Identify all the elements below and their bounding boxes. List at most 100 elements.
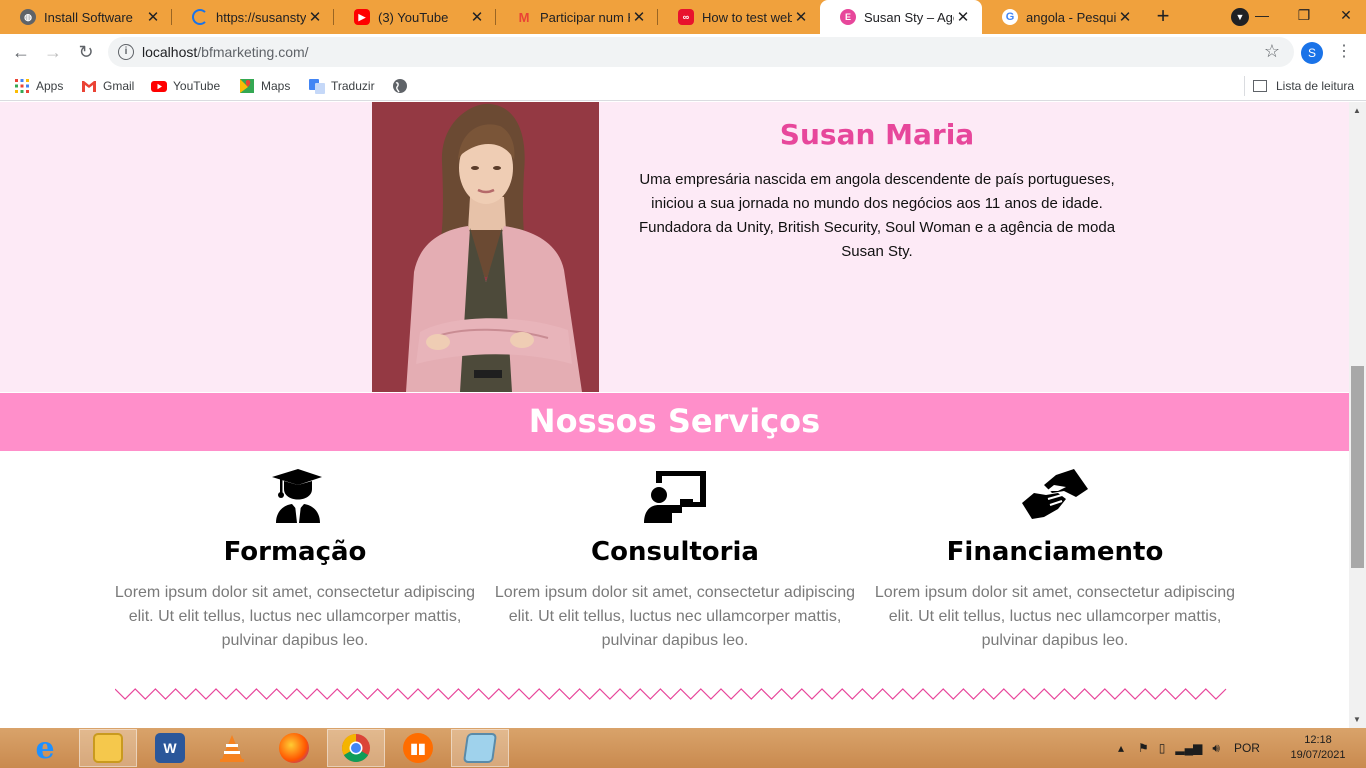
elementor-icon: E bbox=[840, 9, 856, 25]
profile-bio: Uma empresária nascida em angola descend… bbox=[638, 171, 1116, 260]
youtube-icon: ▶ bbox=[354, 9, 370, 25]
notepad-icon bbox=[462, 733, 498, 763]
browser-toolbar: ← → ↻ i localhost/bfmarketing.com/ ☆ S ⋮ bbox=[0, 34, 1366, 70]
graduate-icon bbox=[262, 469, 328, 523]
back-icon[interactable]: ← bbox=[9, 40, 33, 64]
action-center-icon[interactable]: ⚑ bbox=[1138, 741, 1149, 755]
word-icon: W bbox=[155, 733, 185, 763]
tab-susan-sty[interactable]: E Susan Sty – Agênc ✕ bbox=[820, 0, 982, 34]
bookmark-traduzir[interactable]: Traduzir bbox=[309, 76, 375, 96]
taskbar-word[interactable]: W bbox=[141, 729, 199, 767]
system-clock[interactable]: 12:18 19/07/2021 bbox=[1278, 733, 1358, 763]
reload-icon[interactable]: ↻ bbox=[74, 40, 98, 64]
close-icon[interactable]: ✕ bbox=[144, 8, 162, 26]
scrollbar-thumb[interactable] bbox=[1351, 366, 1364, 568]
minimize-icon[interactable]: — bbox=[1242, 0, 1282, 34]
gmail-icon: M bbox=[518, 9, 530, 25]
chrome-icon bbox=[342, 734, 370, 762]
close-icon[interactable]: ✕ bbox=[468, 8, 486, 26]
windows-taskbar: e W ▮▮ ▴ ⚑ ▯ ▂▄▆ 🔊︎ POR 12:18 19/07/2021 bbox=[0, 728, 1366, 768]
tab-susanstylist[interactable]: https://susanstylist ✕ bbox=[172, 0, 334, 34]
network-signal-icon[interactable]: ▂▄▆ bbox=[1175, 741, 1202, 755]
tab-google-search[interactable]: G angola - Pesquisa ✕ bbox=[982, 0, 1144, 34]
restore-icon[interactable]: ❐ bbox=[1284, 0, 1324, 34]
scroll-up-icon[interactable]: ▲ bbox=[1353, 106, 1361, 115]
profile-avatar[interactable]: S bbox=[1301, 42, 1323, 64]
zigzag-divider bbox=[115, 688, 1227, 700]
bookmark-apps[interactable]: Apps bbox=[14, 76, 63, 96]
window-close-icon[interactable]: ✕ bbox=[1326, 0, 1366, 34]
globe-icon bbox=[393, 79, 407, 93]
profile-name: Susan Maria bbox=[779, 118, 975, 151]
close-icon[interactable]: ✕ bbox=[630, 8, 648, 26]
maps-icon bbox=[240, 79, 254, 93]
tab-strip: ◍ Install Software ✕ https://susanstylis… bbox=[0, 0, 1366, 34]
handshake-icon bbox=[1022, 469, 1088, 523]
tab-youtube[interactable]: ▶ (3) YouTube ✕ bbox=[334, 0, 496, 34]
service-description: Lorem ipsum dolor sit amet, consectetur … bbox=[494, 584, 856, 649]
reading-list[interactable]: Lista de leitura bbox=[1244, 76, 1354, 96]
folder-icon bbox=[93, 733, 123, 763]
taskbar-internet-explorer[interactable]: e bbox=[16, 729, 74, 767]
vlc-icon bbox=[220, 735, 244, 762]
forward-icon[interactable]: → bbox=[41, 40, 65, 64]
address-bar[interactable]: i localhost/bfmarketing.com/ ☆ bbox=[108, 37, 1294, 67]
bookmarks-bar: Apps Gmail YouTube Maps Traduzir Lista d… bbox=[0, 70, 1366, 101]
loading-icon bbox=[192, 9, 208, 25]
service-description: Lorem ipsum dolor sit amet, consectetur … bbox=[114, 584, 476, 649]
service-title: Formação bbox=[223, 537, 367, 567]
service-title: Consultoria bbox=[591, 537, 759, 567]
device-icon[interactable]: ▯ bbox=[1159, 741, 1166, 755]
reading-list-icon bbox=[1253, 80, 1267, 92]
profile-photo bbox=[372, 102, 599, 392]
bookmark-star-icon[interactable]: ☆ bbox=[1264, 41, 1280, 62]
close-icon[interactable]: ✕ bbox=[1116, 8, 1134, 26]
system-tray: ▴ ⚑ ▯ ▂▄▆ 🔊︎ POR bbox=[1118, 728, 1260, 768]
taskbar-charts-app[interactable]: ▮▮ bbox=[389, 729, 447, 767]
google-icon: G bbox=[1002, 9, 1018, 25]
tab-gmail[interactable]: M Participar num Ha ✕ bbox=[496, 0, 658, 34]
youtube-icon bbox=[151, 81, 167, 92]
bookmark-maps[interactable]: Maps bbox=[239, 76, 290, 96]
clock-date: 19/07/2021 bbox=[1290, 749, 1346, 761]
apps-grid-icon bbox=[15, 79, 29, 93]
internet-explorer-icon: e bbox=[35, 730, 55, 766]
bookmark-youtube[interactable]: YouTube bbox=[151, 76, 220, 96]
show-hidden-icons-icon[interactable]: ▴ bbox=[1118, 741, 1124, 755]
tab-how-to-test[interactable]: ∞ How to test websit ✕ bbox=[658, 0, 820, 34]
taskbar-firefox[interactable] bbox=[265, 729, 323, 767]
bar-chart-icon: ▮▮ bbox=[403, 733, 433, 763]
page-scrollbar[interactable]: ▲ ▼ bbox=[1349, 102, 1366, 728]
taskbar-notepad[interactable] bbox=[451, 729, 509, 767]
taskbar-chrome[interactable] bbox=[327, 729, 385, 767]
globe-icon: ◍ bbox=[20, 9, 36, 25]
gmail-icon bbox=[82, 81, 96, 92]
volume-icon[interactable]: 🔊︎ bbox=[1212, 741, 1220, 756]
service-formacao: Formação Lorem ipsum dolor sit amet, con… bbox=[105, 469, 485, 653]
service-title: Financiamento bbox=[946, 537, 1164, 567]
bookmark-globe[interactable] bbox=[392, 76, 414, 96]
presentation-icon bbox=[642, 469, 708, 523]
site-info-icon[interactable]: i bbox=[118, 44, 134, 60]
service-financiamento: Financiamento Lorem ipsum dolor sit amet… bbox=[865, 469, 1245, 653]
service-consultoria: Consultoria Lorem ipsum dolor sit amet, … bbox=[485, 469, 865, 653]
clock-time: 12:18 bbox=[1304, 734, 1332, 746]
close-icon[interactable]: ✕ bbox=[954, 8, 972, 26]
services-title: Nossos Serviços bbox=[528, 402, 821, 440]
about-section: Susan Maria Uma empresária nascida em an… bbox=[0, 102, 1349, 392]
service-description: Lorem ipsum dolor sit amet, consectetur … bbox=[874, 584, 1236, 649]
new-tab-button[interactable]: + bbox=[1150, 4, 1176, 30]
bookmark-gmail[interactable]: Gmail bbox=[81, 76, 134, 96]
close-icon[interactable]: ✕ bbox=[306, 8, 324, 26]
taskbar-file-explorer[interactable] bbox=[79, 729, 137, 767]
close-icon[interactable]: ✕ bbox=[792, 8, 810, 26]
language-indicator[interactable]: POR bbox=[1234, 741, 1260, 755]
infinity-icon: ∞ bbox=[678, 9, 694, 25]
url-text[interactable]: localhost/bfmarketing.com/ bbox=[142, 44, 309, 60]
tab-install-software[interactable]: ◍ Install Software ✕ bbox=[0, 0, 172, 34]
more-menu-icon[interactable]: ⋮ bbox=[1336, 41, 1352, 63]
woman-portrait-image bbox=[372, 102, 599, 392]
scroll-down-icon[interactable]: ▼ bbox=[1353, 715, 1361, 724]
translate-icon bbox=[309, 79, 325, 94]
taskbar-vlc[interactable] bbox=[203, 729, 261, 767]
